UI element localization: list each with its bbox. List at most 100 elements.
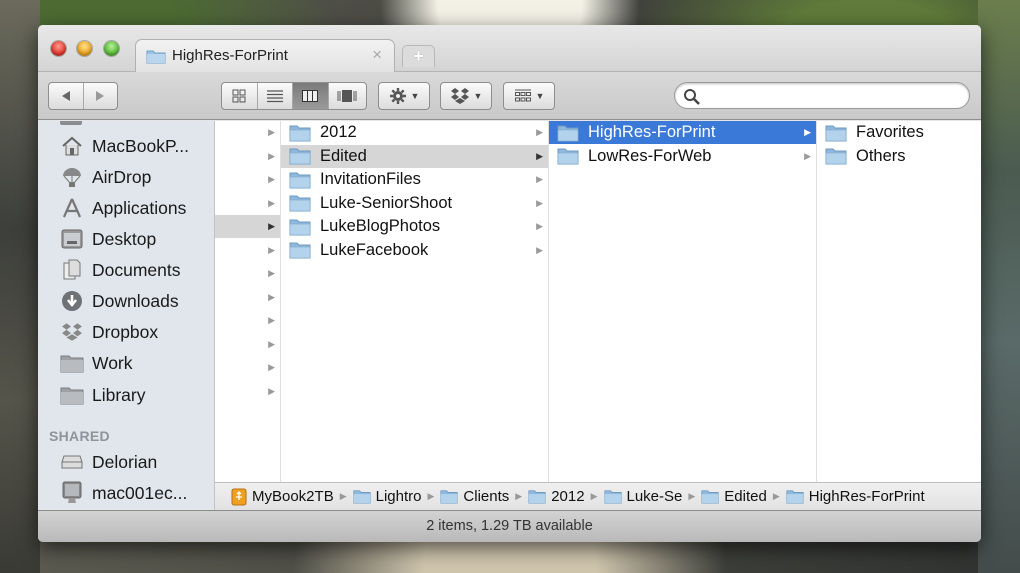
sidebar-partial-item-icon (60, 121, 82, 125)
folder-icon (603, 489, 622, 504)
column-0-row[interactable]: ▶ (215, 168, 280, 191)
path-item-label: Luke-Se (626, 488, 683, 505)
dropbox-icon (60, 320, 84, 344)
chevron-down-icon: ▼ (410, 91, 420, 101)
sidebar-item-label: Delorian (92, 451, 158, 472)
sidebar-item-downloads[interactable]: Downloads (60, 288, 179, 314)
path-item-label: HighRes-ForPrint (808, 488, 925, 505)
path-item[interactable]: Clients (440, 488, 509, 505)
sidebar-item-library[interactable]: Library (60, 382, 146, 408)
disclosure-arrow-icon: ▶ (268, 338, 275, 349)
minimize-window-button[interactable] (77, 41, 92, 56)
disclosure-arrow-icon: ▶ (804, 127, 811, 137)
new-tab-button[interactable]: + (402, 45, 435, 67)
path-item[interactable]: HighRes-ForPrint (786, 488, 925, 505)
folder-icon (146, 48, 166, 69)
path-item[interactable]: 2012 (528, 488, 585, 505)
disclosure-arrow-icon: ▶ (536, 221, 543, 231)
path-item[interactable]: Luke-Se (603, 488, 683, 505)
list-view-button[interactable] (258, 83, 294, 109)
desktop-background-right (978, 0, 1020, 573)
action-menu-button[interactable]: ▼ (378, 82, 430, 110)
column-view-button[interactable] (293, 83, 329, 109)
disclosure-arrow-icon: ▶ (268, 362, 275, 372)
title-bar: HighRes-ForPrint × + (38, 25, 981, 73)
column-0-row[interactable]: ▶ (215, 121, 280, 144)
search-field[interactable] (674, 82, 970, 109)
sidebar-item-documents[interactable]: Documents (60, 257, 181, 283)
folder-icon (557, 147, 579, 165)
folder-row[interactable]: Others (817, 145, 981, 168)
column-0-row[interactable]: ▶ (215, 333, 280, 356)
column-0-row[interactable]: ▶ (215, 380, 280, 403)
path-item[interactable]: Edited (701, 488, 767, 505)
folder-icon (557, 124, 579, 142)
disclosure-arrow-icon: ▶ (536, 244, 543, 255)
sidebar-item-work[interactable]: Work (60, 350, 133, 376)
column-0-row[interactable]: ▶ (215, 309, 280, 332)
close-tab-icon[interactable]: × (372, 45, 382, 65)
column-0-row[interactable]: ▶ (215, 356, 280, 379)
path-item-label: Clients (463, 488, 510, 505)
column-0-row[interactable]: ▶ (215, 239, 280, 262)
folder-row[interactable]: InvitationFiles ▶ (281, 168, 548, 191)
column-0-row[interactable]: ▶ (215, 145, 280, 168)
path-separator-icon: ▶ (427, 491, 435, 501)
column-0-row[interactable]: ▶ (215, 262, 280, 285)
back-button[interactable] (49, 83, 84, 109)
path-item[interactable]: Lightro (353, 488, 422, 505)
disclosure-arrow-icon: ▶ (268, 268, 275, 278)
coverflow-view-button[interactable] (329, 83, 366, 109)
disclosure-arrow-icon: ▶ (268, 244, 275, 255)
folder-row[interactable]: LowRes-ForWeb ▶ (549, 145, 816, 168)
sidebar-item-label: Desktop (92, 228, 157, 249)
folder-row[interactable]: Favorites (817, 121, 981, 144)
folder-row[interactable]: HighRes-ForPrint ▶ (549, 121, 816, 144)
applications-icon (60, 196, 84, 220)
icon-view-button[interactable] (222, 83, 258, 109)
sidebar-item-mac001ec[interactable]: mac001ec... (60, 480, 187, 506)
sidebar-item-delorian[interactable]: Delorian (60, 449, 157, 475)
folder-name: HighRes-ForPrint (588, 123, 716, 141)
dropbox-icon (450, 88, 469, 104)
path-separator-icon: ▶ (515, 491, 523, 501)
folder-icon (60, 351, 84, 375)
path-item-drive[interactable]: MyBook2TB (231, 488, 334, 506)
tab-highres-forprint[interactable]: HighRes-ForPrint × (135, 39, 395, 73)
column-0-row[interactable]: ▶ (215, 192, 280, 215)
arrange-menu-button[interactable]: ▼ (503, 82, 555, 110)
computer-icon (60, 481, 84, 505)
path-separator-icon: ▶ (339, 491, 347, 501)
folder-row[interactable]: Luke-SeniorShoot ▶ (281, 192, 548, 215)
sidebar-item-airdrop[interactable]: AirDrop (60, 164, 151, 190)
sidebar-item-desktop[interactable]: Desktop (60, 226, 156, 252)
desktop-background-left (0, 0, 40, 573)
sidebar-item-label: Work (92, 352, 133, 373)
sidebar-item-macbook[interactable]: MacBookP... (60, 133, 189, 159)
folder-name: LukeBlogPhotos (320, 217, 441, 235)
forward-button[interactable] (84, 83, 118, 109)
path-item-label: 2012 (551, 488, 585, 505)
column-0-row[interactable]: ▶ (215, 286, 280, 309)
disclosure-arrow-icon: ▶ (536, 197, 543, 208)
folder-icon (528, 489, 546, 504)
folder-row[interactable]: LukeBlogPhotos ▶ (281, 215, 548, 238)
sidebar-item-label: Downloads (92, 290, 179, 311)
sidebar-item-dropbox[interactable]: Dropbox (60, 319, 158, 345)
folder-row[interactable]: 2012 ▶ (281, 121, 548, 144)
search-input[interactable] (705, 86, 955, 106)
column-0-row[interactable]: ▶ (215, 215, 280, 238)
folder-row[interactable]: LukeFacebook ▶ (281, 239, 548, 262)
disclosure-arrow-icon: ▶ (268, 174, 275, 184)
status-bar: 2 items, 1.29 TB available (38, 510, 981, 542)
zoom-window-button[interactable] (104, 41, 119, 56)
column-view-icon (302, 90, 319, 102)
disclosure-arrow-icon: ▶ (268, 150, 275, 161)
folder-row[interactable]: Edited ▶ (281, 144, 548, 168)
dropbox-menu-button[interactable]: ▼ (440, 82, 492, 110)
disclosure-arrow-icon: ▶ (268, 221, 275, 231)
sidebar-item-applications[interactable]: Applications (60, 195, 186, 221)
folder-icon (825, 124, 847, 142)
disclosure-arrow-icon: ▶ (268, 315, 275, 325)
close-window-button[interactable] (51, 41, 66, 56)
